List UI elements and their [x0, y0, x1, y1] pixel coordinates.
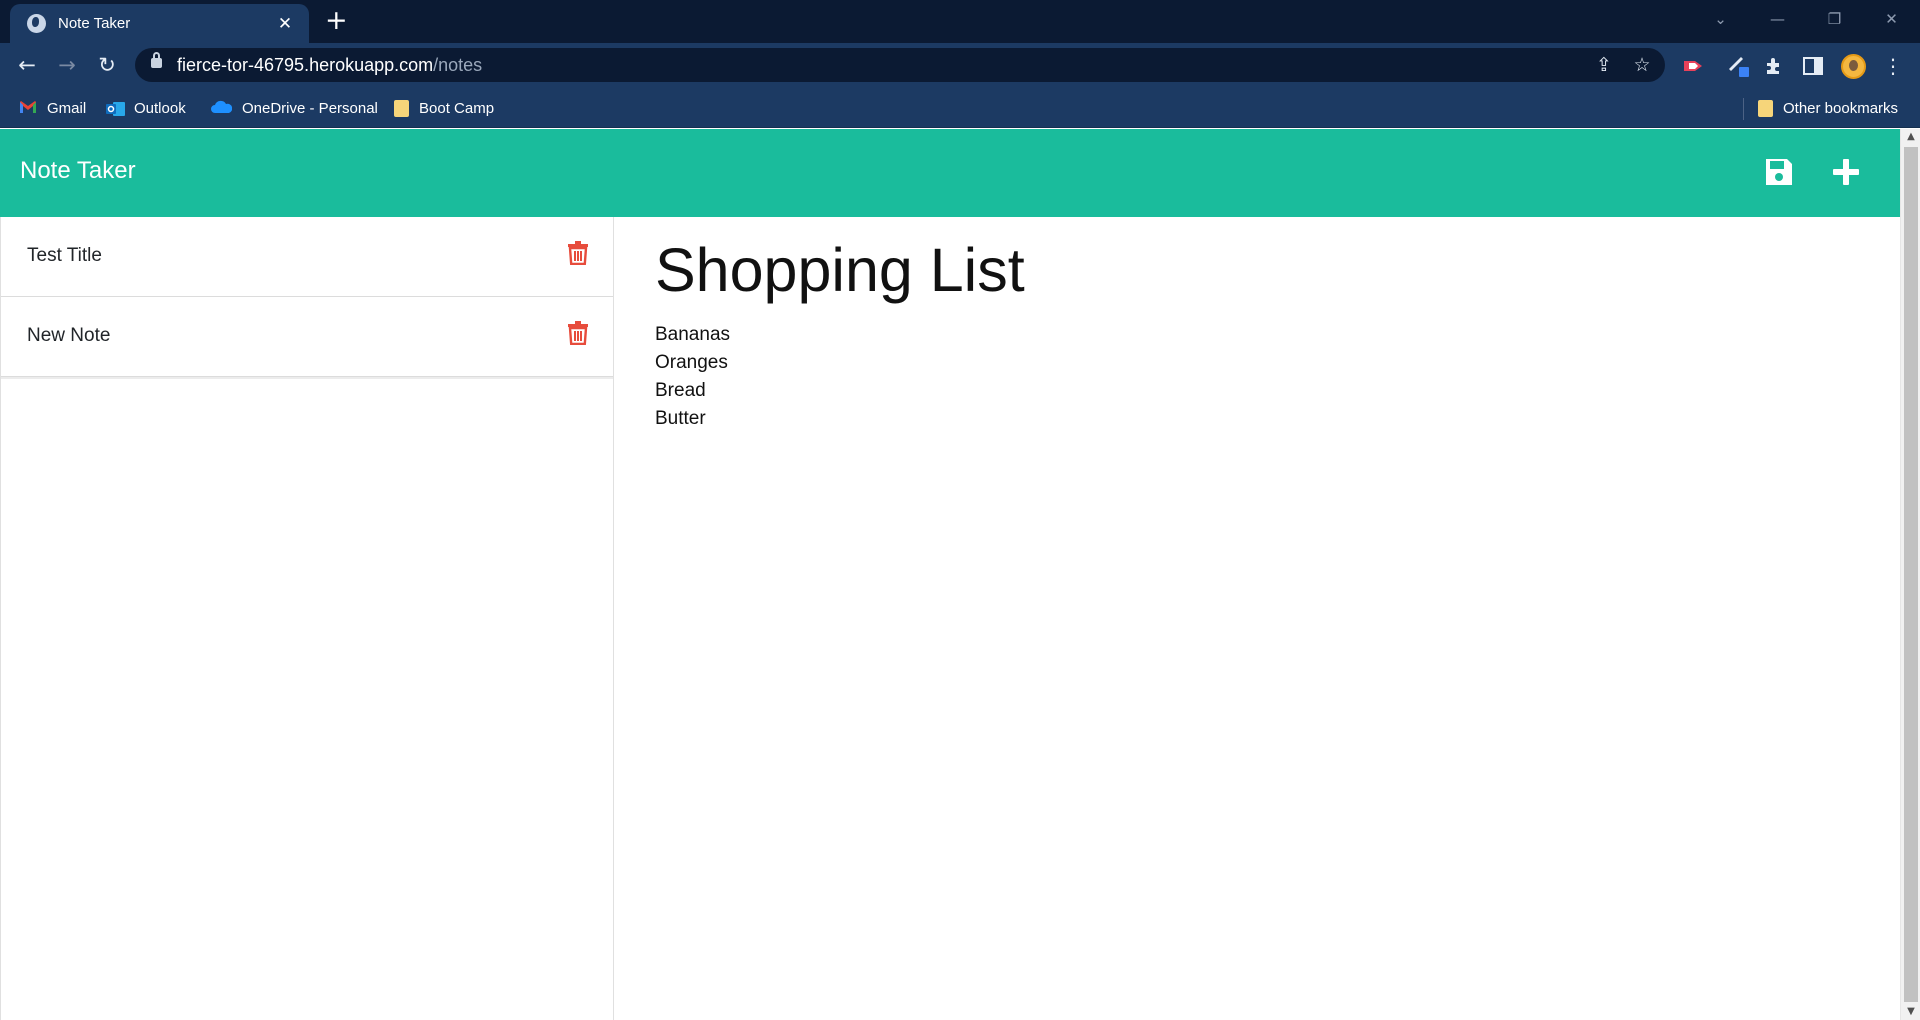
back-icon[interactable]: ←: [13, 51, 41, 79]
other-bookmarks-label: Other bookmarks: [1783, 99, 1899, 117]
profile-avatar[interactable]: [1840, 53, 1866, 79]
scroll-thumb[interactable]: [1904, 147, 1918, 1002]
tab-title: Note Taker: [58, 15, 131, 32]
scroll-up-arrow-icon[interactable]: ▲: [1901, 129, 1920, 145]
folder-icon: [394, 99, 409, 117]
app-brand[interactable]: Note Taker: [20, 157, 136, 185]
new-note-icon[interactable]: [1831, 157, 1863, 189]
lock-icon[interactable]: [151, 52, 162, 68]
forward-icon[interactable]: →: [53, 51, 81, 79]
save-note-icon[interactable]: [1764, 157, 1796, 189]
minimize-icon[interactable]: —: [1749, 0, 1806, 38]
bookmarks-separator: [1743, 98, 1744, 120]
onedrive-icon: [210, 100, 233, 116]
note-line: Bananas: [655, 324, 731, 345]
bookmark-gmail[interactable]: Gmail: [19, 96, 86, 120]
note-text-area[interactable]: Bananas Oranges Bread Butter: [655, 321, 1855, 433]
url-path: /notes: [433, 55, 483, 75]
list-item[interactable]: Test Title: [1, 217, 613, 297]
bookmark-onedrive[interactable]: OneDrive - Personal: [210, 96, 378, 120]
note-line: Bread: [655, 380, 706, 401]
browser-menu-icon[interactable]: ⋮: [1880, 53, 1906, 79]
window-controls: ⌄ — ❐ ✕: [1692, 0, 1920, 38]
delete-note-icon[interactable]: [567, 241, 589, 267]
close-tab-icon[interactable]: ✕: [275, 14, 295, 34]
browser-toolbar: ← → ↻ fierce-tor-46795.herokuapp.com/not…: [0, 43, 1920, 88]
bookmark-boot-camp[interactable]: Boot Camp: [394, 96, 494, 120]
app-navbar: Note Taker: [0, 129, 1900, 217]
bookmark-outlook[interactable]: Outlook: [106, 96, 186, 120]
scroll-down-arrow-icon[interactable]: ▼: [1901, 1004, 1920, 1020]
side-panel-icon[interactable]: [1800, 53, 1826, 79]
tab-search-icon[interactable]: ⌄: [1692, 0, 1749, 38]
note-editor: Shopping List Bananas Oranges Bread Butt…: [655, 217, 1855, 433]
extension-pen-icon[interactable]: [1725, 53, 1751, 79]
url-text[interactable]: fierce-tor-46795.herokuapp.com/notes: [177, 55, 482, 76]
extensions-puzzle-icon[interactable]: [1761, 53, 1787, 79]
list-item[interactable]: New Note: [1, 297, 613, 377]
bookmark-label: Boot Camp: [419, 99, 495, 117]
note-line: Butter: [655, 408, 706, 429]
note-line: Oranges: [655, 352, 728, 373]
folder-icon: [1758, 99, 1773, 117]
url-host: fierce-tor-46795.herokuapp.com: [177, 55, 434, 75]
bookmark-label: Outlook: [134, 99, 186, 117]
bookmark-star-icon[interactable]: ☆: [1630, 53, 1654, 77]
bookmark-label: OneDrive - Personal: [242, 99, 378, 117]
page-content: Note Taker Test Title New Note Shopping …: [0, 129, 1900, 1020]
new-tab-button[interactable]: +: [325, 6, 348, 36]
other-bookmarks[interactable]: Other bookmarks: [1758, 96, 1898, 120]
reload-icon[interactable]: ↻: [93, 51, 121, 79]
page-scrollbar[interactable]: ▲ ▼: [1900, 129, 1920, 1020]
browser-tab-strip: Note Taker ✕ + ⌄ — ❐ ✕: [0, 0, 1920, 43]
restore-icon[interactable]: ❐: [1806, 0, 1863, 38]
extension-red-icon[interactable]: [1680, 53, 1706, 79]
globe-icon: [27, 14, 46, 33]
note-title: New Note: [27, 325, 111, 346]
address-bar[interactable]: fierce-tor-46795.herokuapp.com/notes ⇪ ☆: [135, 48, 1665, 82]
bookmarks-bar: Gmail Outlook OneDrive - Personal Boot C…: [0, 88, 1920, 128]
share-icon[interactable]: ⇪: [1592, 53, 1616, 77]
gmail-icon: [19, 100, 37, 116]
delete-note-icon[interactable]: [567, 321, 589, 347]
avatar-icon: [1840, 53, 1866, 79]
note-title: Test Title: [27, 245, 102, 266]
notes-sidebar: Test Title New Note: [0, 217, 614, 1020]
outlook-icon: [106, 100, 125, 116]
close-window-icon[interactable]: ✕: [1863, 0, 1920, 38]
note-title-input[interactable]: Shopping List: [655, 235, 1855, 305]
bookmark-label: Gmail: [47, 99, 87, 117]
browser-tab[interactable]: Note Taker ✕: [10, 4, 309, 43]
sidebar-divider: [1, 377, 613, 379]
